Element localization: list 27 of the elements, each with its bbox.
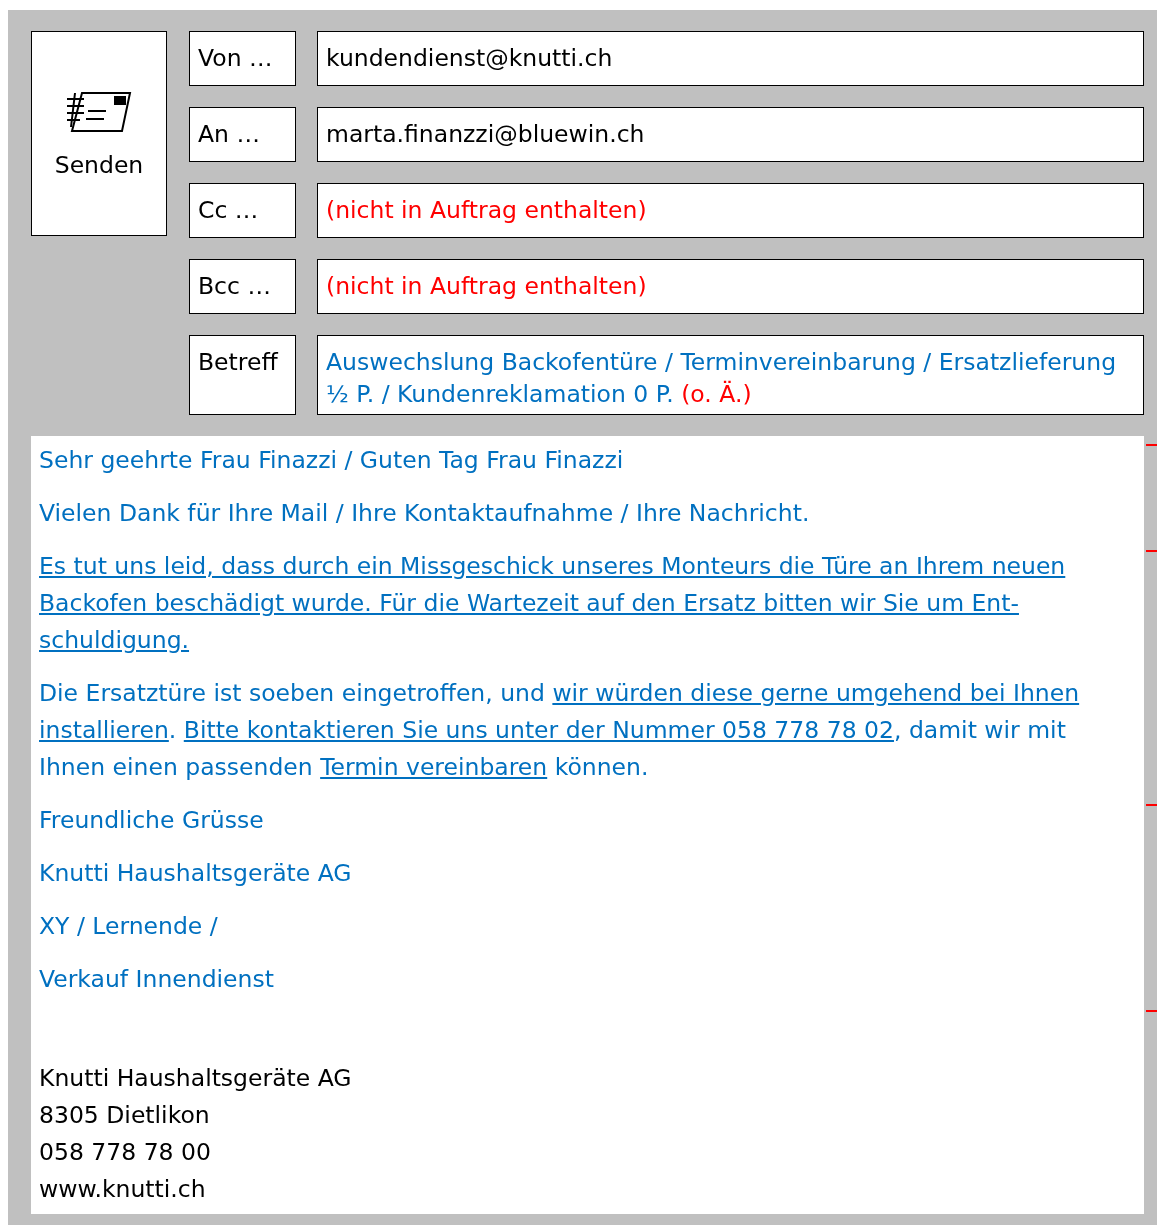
field-label-button[interactable]: Von … <box>189 31 296 86</box>
signature-line: 058 778 78 00 <box>39 1137 212 1168</box>
input-field[interactable]: marta.finanzzi@bluewin.ch <box>317 107 1144 162</box>
field-label-button[interactable]: Betreff <box>189 335 296 415</box>
field-label-button[interactable]: Bcc … <box>189 259 296 314</box>
margin-mark <box>1146 550 1157 552</box>
body-paragraph: Es tut uns leid, dass durch ein Missgeschick unseres Monteurs die Türe an Ihrem neuen Backofen beschädigt wurde. Für die Wartezeit auf den Ersatz bitten wir Sie um Ent-schuldigung. <box>39 551 1067 656</box>
field-label-button[interactable]: Cc … <box>189 183 296 238</box>
body-paragraph: Vielen Dank für Ihre Mail / Ihre Kontaktaufnahme / Ihre Nachricht. <box>39 498 811 529</box>
input-field[interactable]: Auswechslung Backofentüre / Terminvereinbarung / Ersatzlieferung ½ P. / Kundenreklamation 0 P. (o. Ä.) <box>317 335 1144 415</box>
input-field[interactable]: (nicht in Auftrag enthalten) <box>317 259 1144 314</box>
body-paragraph: Die Ersatztüre ist soeben eingetroffen, und wir würden diese gerne umgehend bei Ihnen installieren. Bitte kontaktieren Sie uns unter der Nummer 058 778 78 02, damit wir mit Ihnen einen passenden Termin vereinbaren können. <box>39 678 1081 783</box>
field-label-button[interactable]: An … <box>189 107 296 162</box>
signature-line: Knutti Haushaltsgeräte AG <box>39 1063 353 1094</box>
input-field[interactable]: kundendienst@knutti.ch <box>317 31 1144 86</box>
body-paragraph: Freundliche Grüsse <box>39 805 265 836</box>
body-paragraph: Verkauf Innendienst <box>39 964 275 995</box>
signature-line: www.knutti.ch <box>39 1174 207 1205</box>
body-paragraph: XY / Lernende / <box>39 911 219 942</box>
margin-mark <box>1146 804 1157 806</box>
body-paragraph: Knutti Haushaltsgeräte AG <box>39 858 353 889</box>
send-button[interactable]: Senden <box>31 31 167 236</box>
margin-mark <box>1146 1010 1157 1012</box>
margin-mark <box>1146 444 1157 446</box>
input-field[interactable]: (nicht in Auftrag enthalten) <box>317 183 1144 238</box>
signature-line: 8305 Dietlikon <box>39 1100 211 1131</box>
body-paragraph: Sehr geehrte Frau Finazzi / Guten Tag Frau Finazzi <box>39 445 625 476</box>
